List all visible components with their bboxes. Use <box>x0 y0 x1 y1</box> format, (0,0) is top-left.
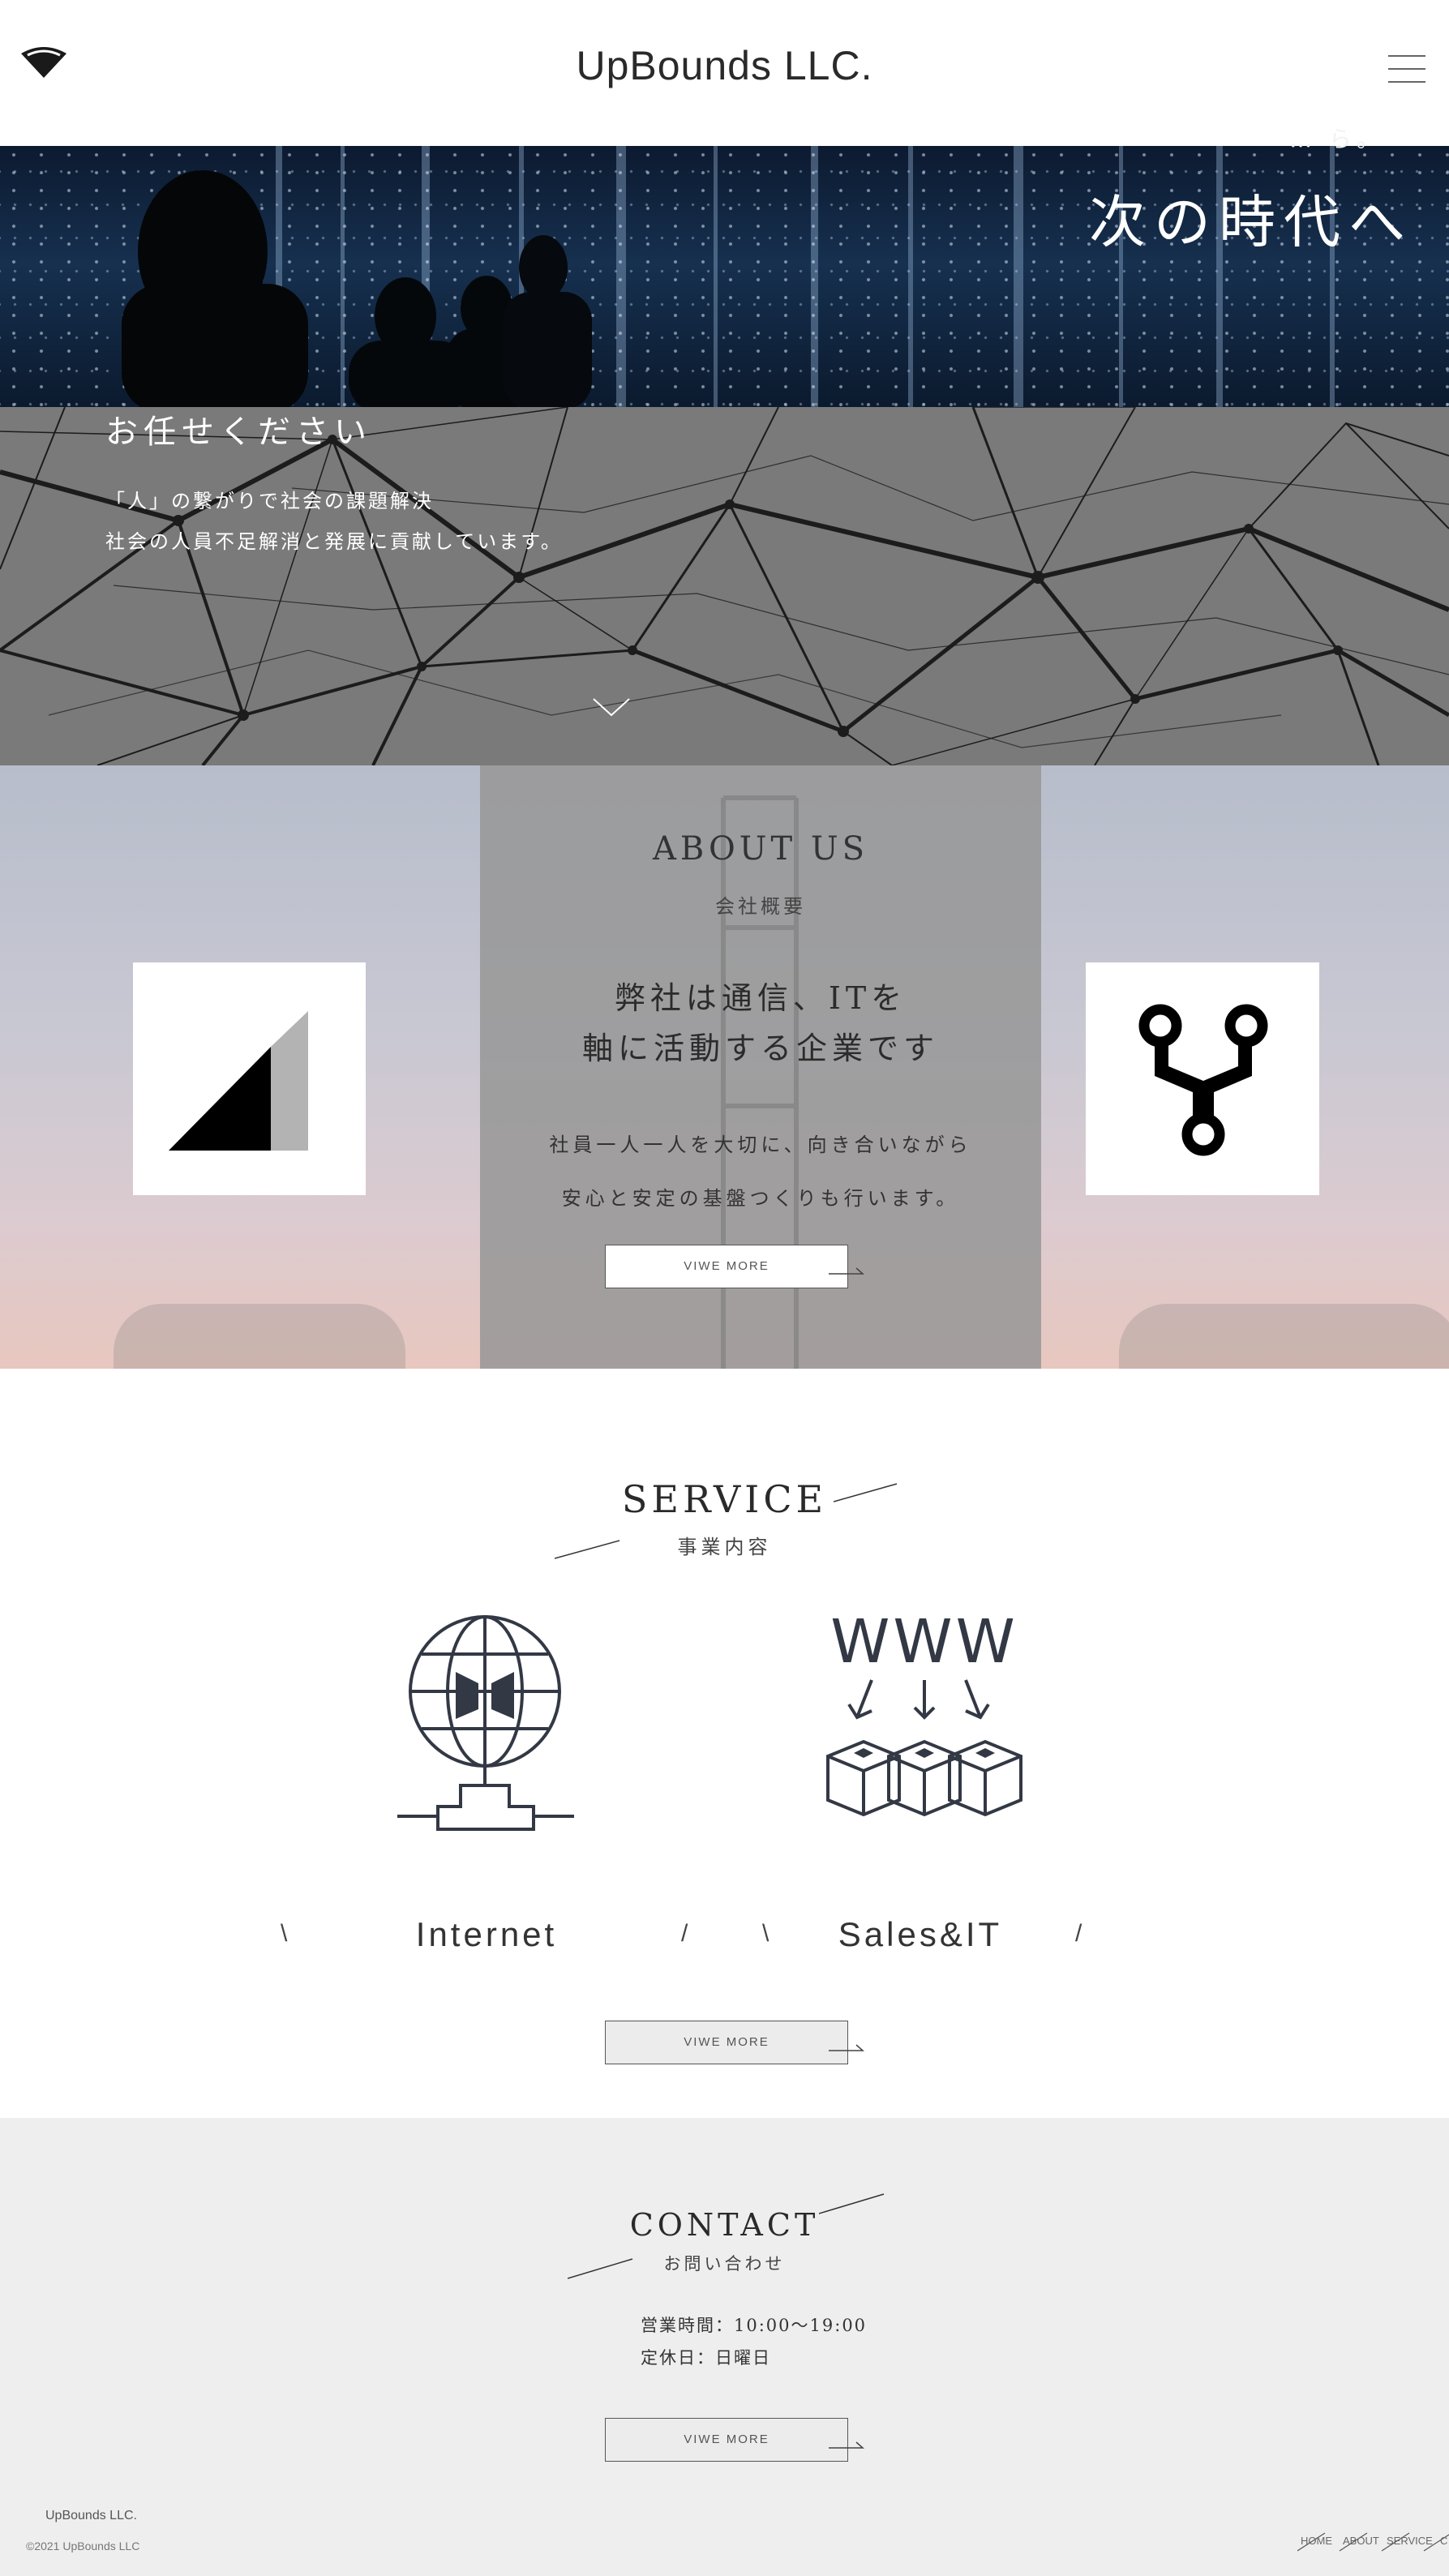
about-title: ABOUT US <box>652 830 869 868</box>
service-internet-slash-right: / <box>681 1920 688 1947</box>
about-card-left <box>133 962 366 1195</box>
service-title: SERVICE <box>621 1477 828 1521</box>
service-internet-label[interactable]: Internet <box>349 1915 624 1954</box>
arrow-right-icon <box>829 2441 864 2449</box>
about-view-more-button[interactable]: VIWE MORE <box>605 1245 848 1288</box>
hero-network-image <box>0 407 1449 765</box>
footer-nav-contact[interactable]: C <box>1440 2535 1447 2547</box>
arrow-right-icon <box>829 2044 864 2051</box>
svg-text:WWW: WWW <box>830 1614 1018 1677</box>
service-view-more-button[interactable]: VIWE MORE <box>605 2021 848 2064</box>
site-title[interactable]: UpBounds LLC. <box>0 42 1449 89</box>
globe-network-icon <box>397 1615 574 1831</box>
hero-title: 次の時代へ <box>1089 189 1413 255</box>
fork-connection-icon <box>1138 1004 1268 1156</box>
service-sales-label[interactable]: Sales&IT <box>782 1915 1058 1954</box>
chevron-down-icon[interactable] <box>592 696 631 718</box>
footer-logo[interactable]: UpBounds LLC. <box>45 2509 137 2523</box>
footer-nav-about[interactable]: ABOUT <box>1343 2535 1379 2547</box>
contact-title: CONTACT <box>629 2207 820 2243</box>
signal-bars-icon <box>169 1011 308 1151</box>
service-sales-slash-right: / <box>1075 1920 1082 1947</box>
hero-heading: お任せください <box>105 414 372 451</box>
hamburger-menu-icon[interactable] <box>1388 50 1425 86</box>
about-headline-line-1: 弊社は通信、ITを <box>614 980 907 1016</box>
www-boxes-icon: WWW <box>826 1614 1022 1817</box>
arrow-right-icon <box>829 1267 864 1275</box>
footer-copyright: ©2021 UpBounds LLC <box>26 2540 140 2552</box>
about-subtitle: 会社概要 <box>715 895 806 918</box>
contact-view-more-button[interactable]: VIWE MORE <box>605 2418 848 2462</box>
contact-subtitle: お問い合わせ <box>663 2254 786 2274</box>
service-subtitle: 事業内容 <box>677 1536 772 1558</box>
about-text-line-1: 社員一人一人を大切に、向き合いながら <box>549 1134 972 1156</box>
about-card-right <box>1086 962 1319 1195</box>
contact-business-hours: 営業時間：10:00～19:00 <box>641 2316 868 2335</box>
about-headline-line-2: 軸に活動する企業です <box>581 1031 939 1066</box>
about-text-line-2: 安心と安定の基盤つくりも行います。 <box>561 1187 960 1210</box>
service-sales-slash-left: \ <box>762 1920 770 1947</box>
hero-subtitle: … ら。 <box>1289 126 1384 152</box>
contact-holiday: 定休日：日曜日 <box>641 2348 771 2368</box>
service-internet-slash-left: \ <box>281 1920 288 1947</box>
hero-description-line-1: 「人」の繋がりで社会の課題解決 <box>105 490 434 512</box>
footer-nav-home[interactable]: HOME <box>1301 2535 1332 2547</box>
hero-description-line-2: 社会の人員不足解消と発展に貢献しています。 <box>105 530 563 553</box>
footer-nav-service[interactable]: SERVICE <box>1387 2535 1433 2547</box>
